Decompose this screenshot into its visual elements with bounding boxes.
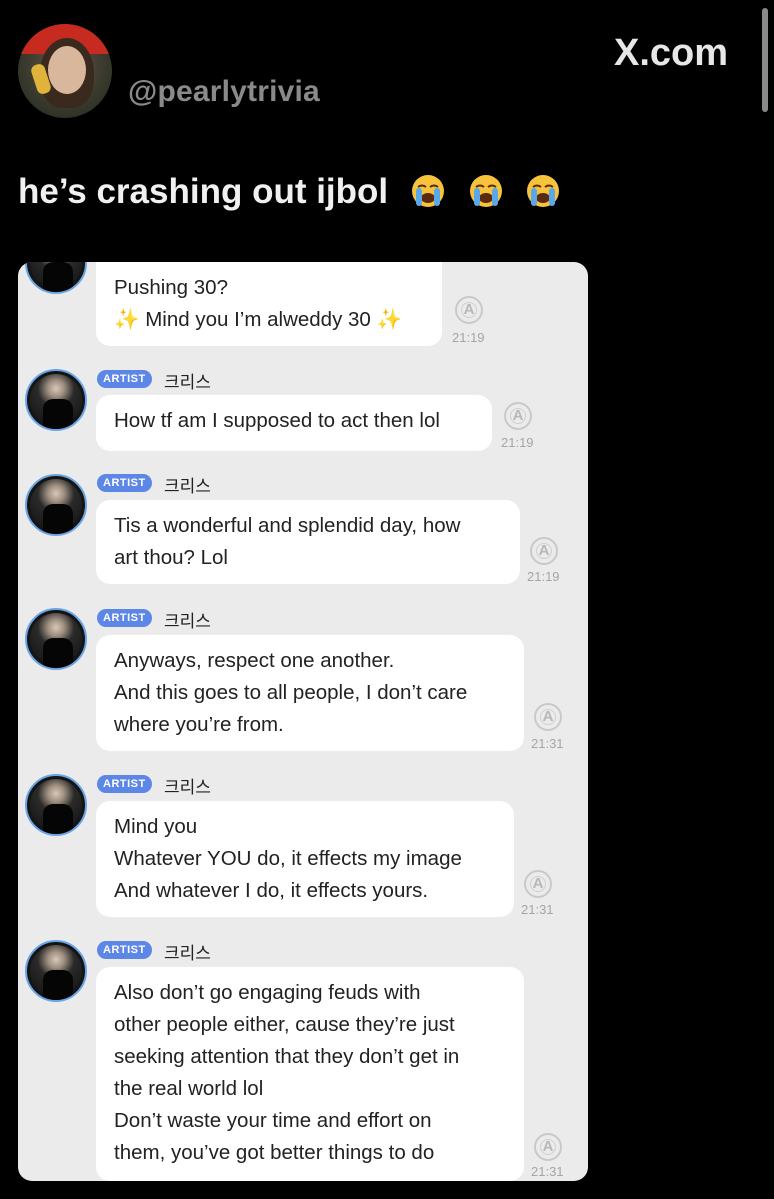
sender-avatar[interactable] (25, 608, 87, 670)
artist-badge: ARTIST (97, 474, 152, 492)
message-bubble: Anyways, respect one another. And this g… (96, 635, 524, 751)
message-time: 21:19 (452, 330, 485, 345)
message-time: 21:31 (531, 736, 564, 751)
artist-badge: ARTIST (97, 370, 152, 388)
message-bubble: Mind you Whatever YOU do, it effects my … (96, 801, 514, 917)
message-bubble: Pushing 30? ✨ Mind you I’m alweddy 30 ✨ (96, 262, 442, 346)
sender-name: 크리스 (164, 612, 211, 632)
message-time: 21:31 (531, 1164, 564, 1179)
message-time: 21:19 (527, 569, 560, 584)
message-line: Mind you (114, 815, 198, 838)
sender-name: 크리스 (164, 944, 211, 964)
message-line: the real world lol (114, 1077, 264, 1100)
sender-name: 크리스 (164, 778, 211, 798)
message-time: 21:31 (521, 902, 554, 917)
message-line: Tis a wonderful and splendid day, how (114, 514, 461, 537)
site-watermark: X.com (614, 32, 729, 74)
message-line: Don’t waste your time and effort on (114, 1109, 432, 1132)
message-line: Whatever YOU do, it effects my image (114, 847, 462, 870)
sender-avatar[interactable] (25, 474, 87, 536)
message-line: ✨ Mind you I’m alweddy 30 ✨ (114, 308, 403, 331)
message-line: art thou? Lol (114, 546, 228, 569)
post-text: he’s crashing out ijbol (18, 172, 561, 212)
message-bubble: How tf am I supposed to act then lol (96, 395, 492, 451)
message-line: How tf am I supposed to act then lol (114, 409, 440, 432)
message-line: where you’re from. (114, 713, 284, 736)
message-line: other people either, cause they’re just (114, 1013, 455, 1036)
ai-translate-icon[interactable]: A (504, 402, 532, 430)
ai-translate-icon[interactable]: A (524, 870, 552, 898)
post-text-body: he’s crashing out ijbol (18, 172, 389, 211)
message-line: Anyways, respect one another. (114, 649, 395, 672)
chat-screenshot[interactable]: Pushing 30? ✨ Mind you I’m alweddy 30 ✨ … (18, 262, 588, 1181)
message-line: And whatever I do, it effects yours. (114, 879, 429, 902)
artist-badge: ARTIST (97, 941, 152, 959)
message-line: Also don’t go engaging feuds with (114, 981, 421, 1004)
ai-translate-icon[interactable]: A (530, 537, 558, 565)
message-time: 21:19 (501, 435, 534, 450)
post-header: @pearlytrivia X.com (0, 0, 774, 140)
ai-translate-icon[interactable]: A (455, 296, 483, 324)
loudly-crying-face-icon (410, 173, 446, 209)
author-avatar[interactable] (18, 24, 112, 118)
message-line: them, you’ve got better things to do (114, 1141, 435, 1164)
artist-badge: ARTIST (97, 609, 152, 627)
sender-avatar (25, 262, 87, 294)
artist-badge: ARTIST (97, 775, 152, 793)
ai-translate-icon[interactable]: A (534, 1133, 562, 1161)
sender-avatar[interactable] (25, 774, 87, 836)
message-bubble: Tis a wonderful and splendid day, how ar… (96, 500, 520, 584)
sender-name: 크리스 (164, 477, 211, 497)
loudly-crying-face-icon (468, 173, 504, 209)
message-line: And this goes to all people, I don’t car… (114, 681, 468, 704)
message-line: seeking attention that they don’t get in (114, 1045, 460, 1068)
sender-name: 크리스 (164, 373, 211, 393)
ai-translate-icon[interactable]: A (534, 703, 562, 731)
sender-avatar[interactable] (25, 369, 87, 431)
loudly-crying-face-icon (525, 173, 561, 209)
message-bubble: Also don’t go engaging feuds with other … (96, 967, 524, 1181)
message-line: Pushing 30? (114, 276, 228, 299)
scrollbar[interactable] (762, 8, 768, 112)
sender-avatar[interactable] (25, 940, 87, 1002)
author-handle[interactable]: @pearlytrivia (128, 75, 320, 109)
